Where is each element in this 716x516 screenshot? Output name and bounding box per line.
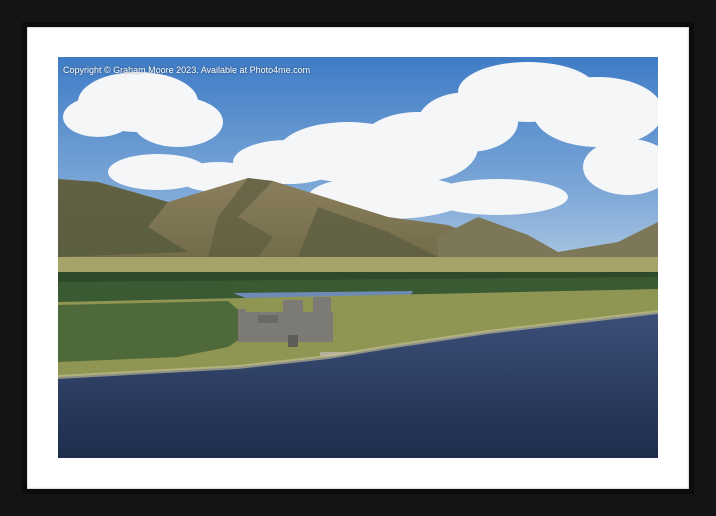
- copyright-watermark: Copyright © Graham Moore 2023. Available…: [63, 65, 311, 75]
- castle-loch-scene: [58, 57, 658, 458]
- picture-frame: Copyright © Graham Moore 2023. Available…: [0, 0, 716, 516]
- landscape-photo: Copyright © Graham Moore 2023. Available…: [58, 57, 658, 458]
